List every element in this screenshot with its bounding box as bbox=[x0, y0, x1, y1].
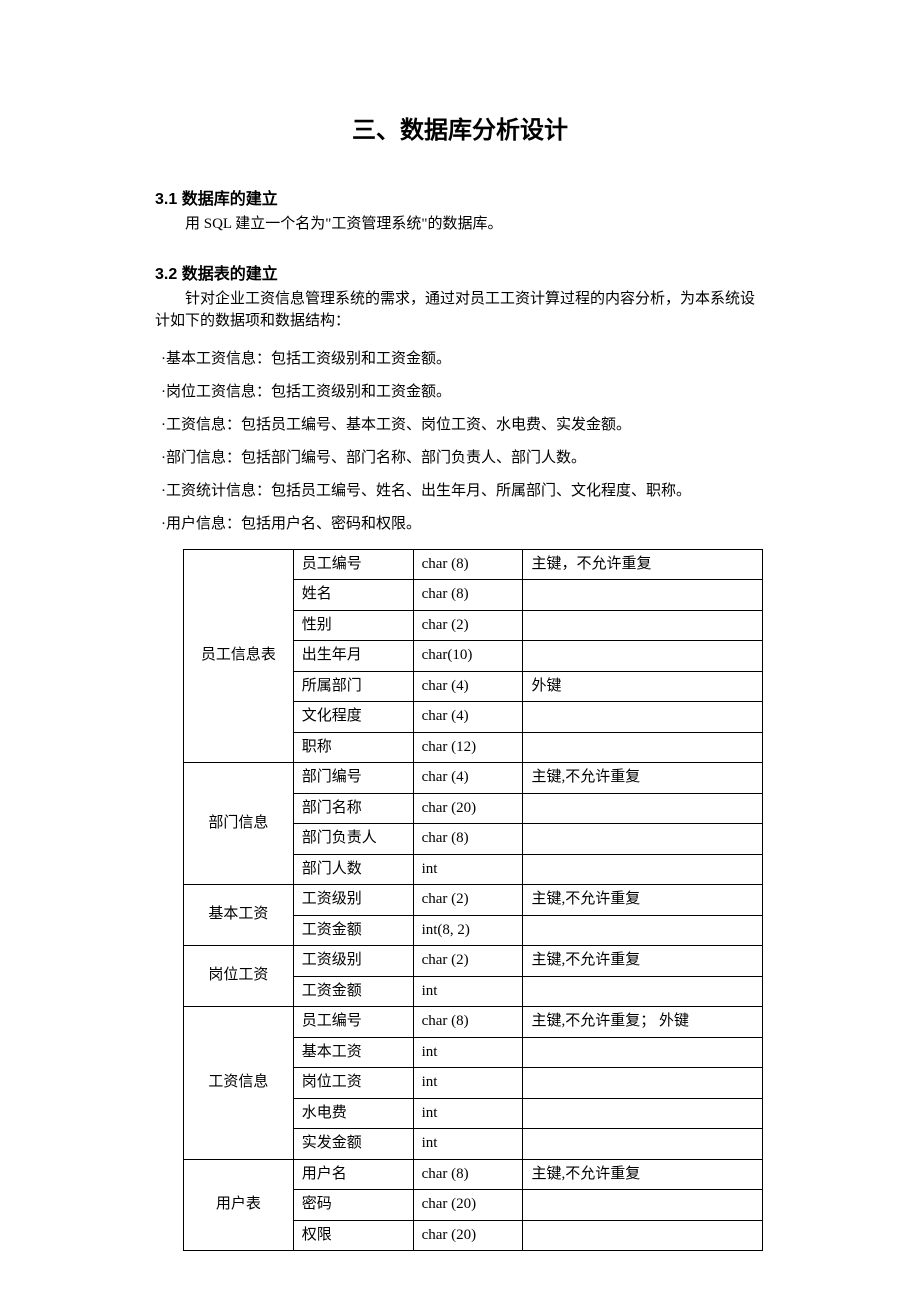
note-cell: 主键,不允许重复 bbox=[523, 763, 763, 794]
table-row: 部门信息部门编号char (4)主键,不允许重复 bbox=[184, 763, 763, 794]
section-3-2-text: 针对企业工资信息管理系统的需求，通过对员工工资计算过程的内容分析，为本系统设计如… bbox=[155, 288, 765, 333]
field-cell: 实发金额 bbox=[293, 1129, 413, 1160]
type-cell: char (8) bbox=[413, 1007, 523, 1038]
note-cell bbox=[523, 641, 763, 672]
field-cell: 工资级别 bbox=[293, 946, 413, 977]
type-cell: char (8) bbox=[413, 549, 523, 580]
type-cell: char (8) bbox=[413, 580, 523, 611]
table-row: 岗位工资工资级别char (2)主键,不允许重复 bbox=[184, 946, 763, 977]
note-cell bbox=[523, 854, 763, 885]
note-cell bbox=[523, 732, 763, 763]
field-cell: 员工编号 bbox=[293, 549, 413, 580]
type-cell: int bbox=[413, 1068, 523, 1099]
bullet-item: ·基本工资信息：包括工资级别和工资金额。 bbox=[155, 343, 765, 376]
field-cell: 水电费 bbox=[293, 1098, 413, 1129]
field-cell: 权限 bbox=[293, 1220, 413, 1251]
field-cell: 部门人数 bbox=[293, 854, 413, 885]
field-cell: 部门编号 bbox=[293, 763, 413, 794]
bullet-item: ·岗位工资信息：包括工资级别和工资金额。 bbox=[155, 376, 765, 409]
type-cell: int(8, 2) bbox=[413, 915, 523, 946]
note-cell: 主键，不允许重复 bbox=[523, 549, 763, 580]
type-cell: int bbox=[413, 1129, 523, 1160]
note-cell bbox=[523, 580, 763, 611]
note-cell: 主键,不允许重复 bbox=[523, 946, 763, 977]
type-cell: char (8) bbox=[413, 1159, 523, 1190]
note-cell bbox=[523, 1220, 763, 1251]
type-cell: char(10) bbox=[413, 641, 523, 672]
type-cell: char (4) bbox=[413, 671, 523, 702]
field-cell: 姓名 bbox=[293, 580, 413, 611]
table-group-cell: 员工信息表 bbox=[184, 549, 294, 763]
schema-table: 员工信息表员工编号char (8)主键，不允许重复姓名char (8)性别cha… bbox=[183, 549, 763, 1252]
type-cell: int bbox=[413, 854, 523, 885]
note-cell: 主键,不允许重复； 外键 bbox=[523, 1007, 763, 1038]
type-cell: char (4) bbox=[413, 702, 523, 733]
page-title: 三、数据库分析设计 bbox=[155, 110, 765, 145]
bullet-item: ·工资信息：包括员工编号、基本工资、岗位工资、水电费、实发金额。 bbox=[155, 409, 765, 442]
note-cell bbox=[523, 824, 763, 855]
type-cell: char (4) bbox=[413, 763, 523, 794]
type-cell: int bbox=[413, 1037, 523, 1068]
note-cell bbox=[523, 610, 763, 641]
field-cell: 员工编号 bbox=[293, 1007, 413, 1038]
note-cell: 主键,不允许重复 bbox=[523, 1159, 763, 1190]
note-cell bbox=[523, 1068, 763, 1099]
field-cell: 工资金额 bbox=[293, 915, 413, 946]
field-cell: 性别 bbox=[293, 610, 413, 641]
table-group-cell: 工资信息 bbox=[184, 1007, 294, 1160]
note-cell bbox=[523, 1129, 763, 1160]
table-group-cell: 部门信息 bbox=[184, 763, 294, 885]
note-cell bbox=[523, 702, 763, 733]
bullet-item: ·工资统计信息：包括员工编号、姓名、出生年月、所属部门、文化程度、职称。 bbox=[155, 475, 765, 508]
field-cell: 密码 bbox=[293, 1190, 413, 1221]
section-3-2-heading: 3.2 数据表的建立 bbox=[155, 260, 765, 284]
note-cell: 主键,不允许重复 bbox=[523, 885, 763, 916]
field-cell: 所属部门 bbox=[293, 671, 413, 702]
note-cell: 外键 bbox=[523, 671, 763, 702]
section-3-1-text: 用 SQL 建立一个名为"工资管理系统"的数据库。 bbox=[155, 213, 765, 236]
table-row: 用户表用户名char (8)主键,不允许重复 bbox=[184, 1159, 763, 1190]
field-cell: 职称 bbox=[293, 732, 413, 763]
type-cell: int bbox=[413, 976, 523, 1007]
field-cell: 用户名 bbox=[293, 1159, 413, 1190]
field-cell: 工资级别 bbox=[293, 885, 413, 916]
field-cell: 出生年月 bbox=[293, 641, 413, 672]
table-group-cell: 岗位工资 bbox=[184, 946, 294, 1007]
field-cell: 部门名称 bbox=[293, 793, 413, 824]
field-cell: 工资金额 bbox=[293, 976, 413, 1007]
type-cell: char (20) bbox=[413, 1190, 523, 1221]
note-cell bbox=[523, 976, 763, 1007]
type-cell: char (20) bbox=[413, 1220, 523, 1251]
table-row: 基本工资工资级别char (2)主键,不允许重复 bbox=[184, 885, 763, 916]
type-cell: char (12) bbox=[413, 732, 523, 763]
type-cell: char (2) bbox=[413, 885, 523, 916]
note-cell bbox=[523, 1190, 763, 1221]
type-cell: char (8) bbox=[413, 824, 523, 855]
type-cell: int bbox=[413, 1098, 523, 1129]
field-cell: 基本工资 bbox=[293, 1037, 413, 1068]
table-group-cell: 基本工资 bbox=[184, 885, 294, 946]
table-row: 员工信息表员工编号char (8)主键，不允许重复 bbox=[184, 549, 763, 580]
type-cell: char (20) bbox=[413, 793, 523, 824]
note-cell bbox=[523, 915, 763, 946]
field-cell: 岗位工资 bbox=[293, 1068, 413, 1099]
bullet-item: ·部门信息：包括部门编号、部门名称、部门负责人、部门人数。 bbox=[155, 442, 765, 475]
note-cell bbox=[523, 793, 763, 824]
note-cell bbox=[523, 1098, 763, 1129]
section-3-1-heading: 3.1 数据库的建立 bbox=[155, 185, 765, 209]
table-group-cell: 用户表 bbox=[184, 1159, 294, 1251]
bullet-item: ·用户信息：包括用户名、密码和权限。 bbox=[155, 508, 765, 541]
note-cell bbox=[523, 1037, 763, 1068]
type-cell: char (2) bbox=[413, 610, 523, 641]
field-cell: 文化程度 bbox=[293, 702, 413, 733]
field-cell: 部门负责人 bbox=[293, 824, 413, 855]
table-row: 工资信息员工编号char (8)主键,不允许重复； 外键 bbox=[184, 1007, 763, 1038]
type-cell: char (2) bbox=[413, 946, 523, 977]
bullet-list: ·基本工资信息：包括工资级别和工资金额。 ·岗位工资信息：包括工资级别和工资金额… bbox=[155, 343, 765, 541]
